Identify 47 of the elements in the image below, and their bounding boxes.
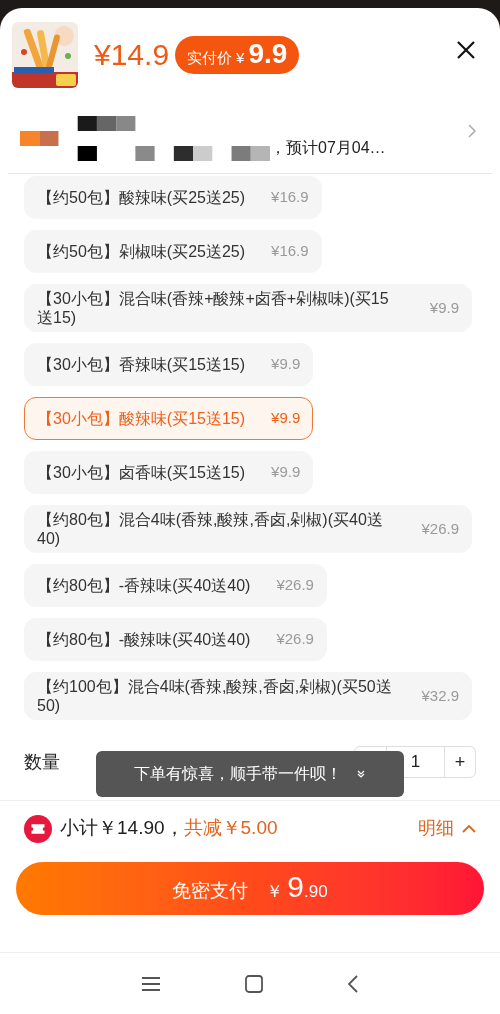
option-price: ¥9.9 [270,408,301,429]
toast-message: 下单有惊喜，顺手带一件呗！ [134,764,342,784]
discount-text: 共减￥5.00 [183,816,278,841]
option-label: 【30小包】卤香味(买15送15) [37,463,246,482]
address-row[interactable]: ，预计07月04… [0,88,500,173]
option-price: ¥26.9 [420,518,459,539]
coupon-icon [24,814,52,843]
option-price: ¥16.9 [270,241,309,262]
subtotal-text: 小计￥14.90， [60,816,184,841]
details-toggle[interactable]: 明细 [418,815,476,842]
option-label: 【30小包】酸辣味(买15送15) [37,409,246,428]
option-label: 【约80包】混合4味(香辣,酸辣,香卤,剁椒)(买40送40) [37,510,384,548]
back-icon[interactable] [347,974,358,993]
option-label: 【约80包】-酸辣味(买40送40) [37,630,251,649]
delivery-estimate: ，预计07月04… [270,137,386,158]
double-chevron-down-icon [356,769,366,779]
option-price: ¥32.9 [420,685,459,706]
quantity-label: 数量 [24,750,60,774]
option-chip[interactable]: 【约100包】混合4味(香辣,酸辣,香卤,剁椒)(买50送50) ¥32.9 [24,672,472,720]
final-price-badge: 实付价 ¥9.9 [175,36,300,74]
option-chip[interactable]: 【30小包】混合味(香辣+酸辣+卤香+剁椒味)(买15送15) ¥9.9 [24,284,472,332]
option-chip[interactable]: 【约80包】混合4味(香辣,酸辣,香卤,剁椒)(买40送40) ¥26.9 [24,505,472,553]
option-label: 【约50包】酸辣味(买25送25) [37,188,246,207]
option-chip[interactable]: 【约50包】酸辣味(买25送25) ¥16.9 [24,176,322,219]
option-chip[interactable]: 【30小包】香辣味(买15送15) ¥9.9 [24,343,314,386]
option-price: ¥26.9 [275,575,314,596]
increase-button[interactable]: + [445,747,475,777]
option-price: ¥9.9 [270,462,301,483]
option-label: 【约100包】混合4味(香辣,酸辣,香卤,剁椒)(买50送50) [37,677,393,715]
caret-up-icon [462,824,476,833]
option-chip[interactable]: 【约80包】-酸辣味(买40送40) ¥26.9 [24,618,327,661]
chevron-right-icon [468,123,476,138]
option-label: 【30小包】混合味(香辣+酸辣+卤香+剁椒味)(买15送15) [37,289,390,327]
option-price: ¥9.9 [428,297,459,318]
option-price: ¥16.9 [270,187,309,208]
pay-button[interactable]: 免密支付 ￥9.90 [16,862,484,915]
option-label: 【30小包】香辣味(买15送15) [37,355,246,374]
option-price: ¥26.9 [275,629,314,650]
option-label: 【约50包】剁椒味(买25送25) [37,242,246,261]
option-chip[interactable]: 【30小包】卤香味(买15送15) ¥9.9 [24,451,314,494]
original-price: ¥14.9 [94,40,170,70]
option-label: 【约80包】-香辣味(买40送40) [37,576,251,595]
menu-icon[interactable] [142,976,161,991]
option-chip[interactable]: 【约80包】-香辣味(买40送40) ¥26.9 [24,564,327,607]
home-icon[interactable] [245,974,263,993]
option-chip[interactable]: 【约50包】剁椒味(买25送25) ¥16.9 [24,230,322,273]
option-price: ¥9.9 [270,354,301,375]
